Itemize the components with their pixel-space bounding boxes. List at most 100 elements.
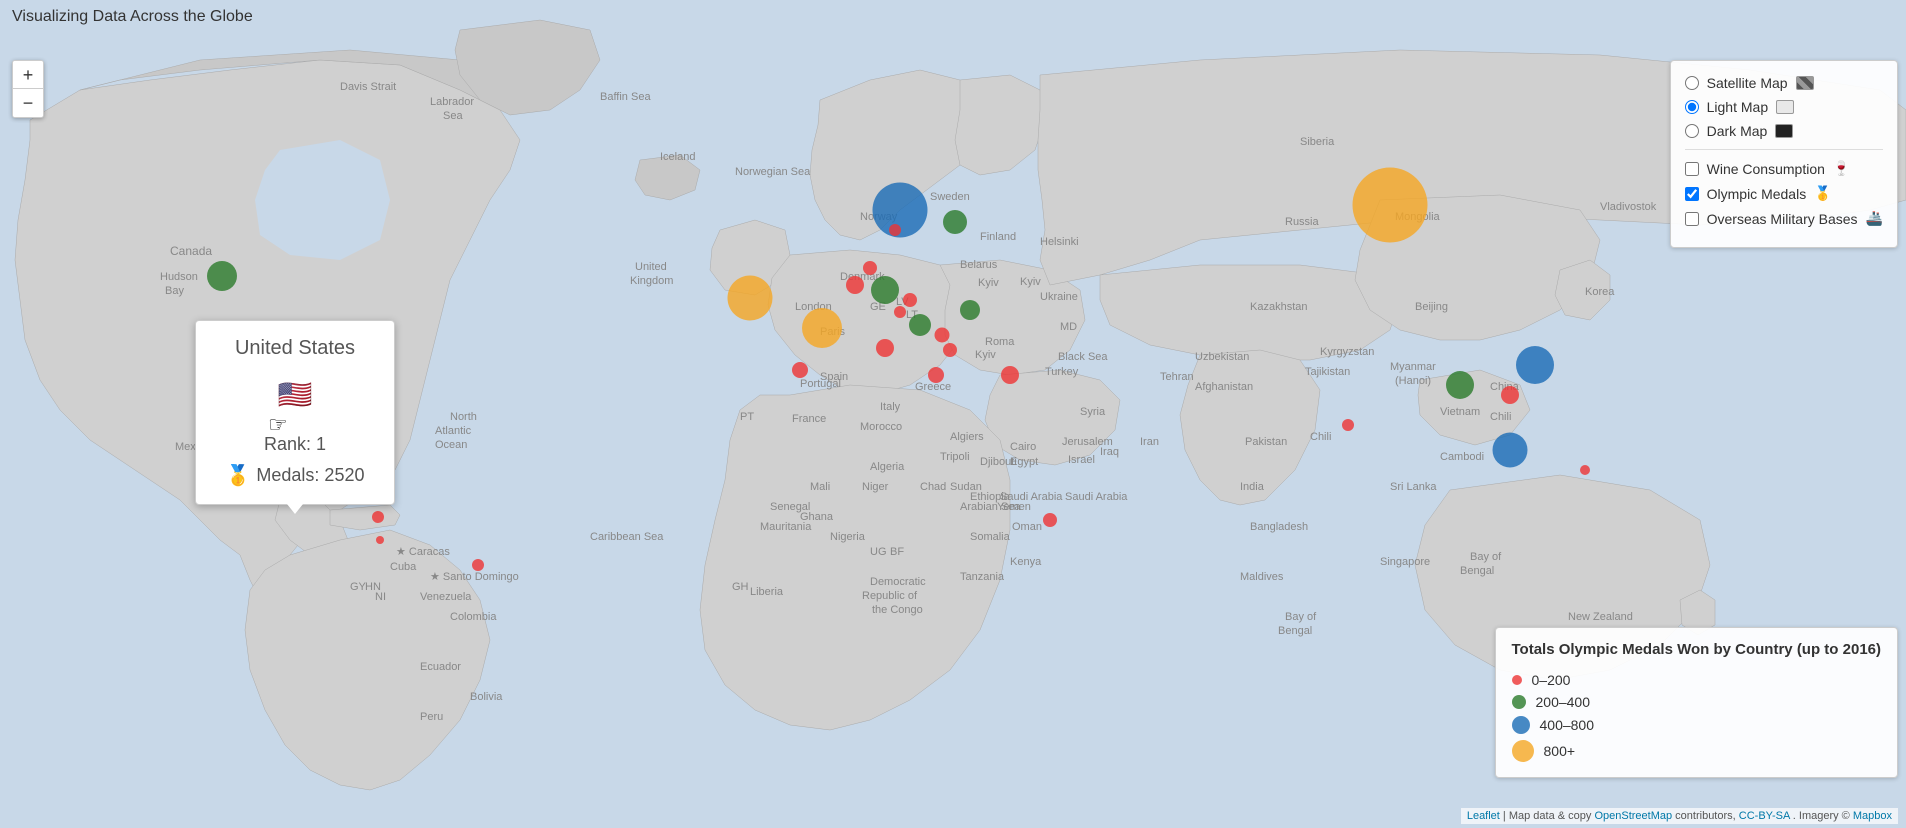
svg-text:Chad: Chad — [920, 481, 946, 493]
bubble-brazil[interactable] — [472, 559, 484, 571]
legend-title: Totals Olympic Medals Won by Country (up… — [1512, 640, 1882, 660]
svg-text:Myanmar: Myanmar — [1390, 361, 1436, 373]
layer-item-wine[interactable]: Wine Consumption 🍷 — [1685, 156, 1883, 181]
bubble-greece[interactable] — [928, 367, 944, 383]
radio-light[interactable] — [1685, 100, 1699, 114]
svg-text:Bolivia: Bolivia — [470, 691, 503, 703]
bubble-germany[interactable] — [871, 276, 899, 304]
layer-item-dark[interactable]: Dark Map — [1685, 119, 1883, 143]
svg-text:Morocco: Morocco — [860, 421, 902, 433]
legend-circle — [1512, 740, 1534, 762]
bubble-russia[interactable] — [1353, 168, 1428, 243]
bubble-finland[interactable] — [943, 210, 967, 234]
bubble-czech[interactable] — [894, 306, 906, 318]
svg-text:Atlantic: Atlantic — [435, 425, 472, 437]
legend-panel: Totals Olympic Medals Won by Country (up… — [1495, 627, 1899, 779]
medal-icon: 🥇 — [226, 463, 251, 488]
svg-text:NI: NI — [375, 591, 386, 603]
legend-range-label: 200–400 — [1536, 694, 1591, 710]
bubble-australia[interactable] — [1493, 433, 1528, 468]
osm-link[interactable]: OpenStreetMap — [1594, 810, 1672, 822]
checkbox-military[interactable] — [1685, 212, 1699, 226]
leaflet-link[interactable]: Leaflet — [1467, 810, 1500, 822]
svg-text:Cambodi: Cambodi — [1440, 451, 1484, 463]
bubble-denmark[interactable] — [863, 261, 877, 275]
bubble-netherlands[interactable] — [846, 276, 864, 294]
bubble-chile[interactable] — [1342, 419, 1354, 431]
legend-item: 200–400 — [1512, 691, 1882, 713]
radio-dark[interactable] — [1685, 124, 1699, 138]
checkbox-medals[interactable] — [1685, 187, 1699, 201]
svg-text:Baffin Sea: Baffin Sea — [600, 91, 651, 103]
bubble-south_korea[interactable] — [1501, 386, 1519, 404]
svg-text:Venezuela: Venezuela — [420, 591, 472, 603]
svg-text:UG: UG — [870, 546, 887, 558]
overlay-section: Wine Consumption 🍷 Olympic Medals 🥇 Over… — [1685, 156, 1883, 231]
country-popup: United States 🇺🇸 Rank: 1 🥇 Medals: 2520 — [195, 320, 395, 505]
svg-text:Belarus: Belarus — [960, 259, 998, 271]
svg-text:Afghanistan: Afghanistan — [1195, 381, 1253, 393]
popup-medals-text: Medals: 2520 — [256, 465, 364, 486]
bubble-sweden_dot[interactable] — [889, 224, 901, 236]
svg-text:PT: PT — [740, 411, 754, 423]
wine-icon: 🍷 — [1833, 160, 1850, 177]
bubble-ukraine[interactable] — [960, 300, 980, 320]
svg-text:Sudan: Sudan — [950, 481, 982, 493]
bubble-spain[interactable] — [792, 362, 808, 378]
svg-text:Portugal: Portugal — [800, 378, 841, 390]
svg-text:Beijing: Beijing — [1415, 301, 1448, 313]
bubble-china[interactable] — [1446, 371, 1474, 399]
light-swatch — [1776, 100, 1794, 114]
svg-text:Ecuador: Ecuador — [420, 661, 461, 673]
svg-text:Vietnam: Vietnam — [1440, 406, 1480, 418]
zoom-controls[interactable]: + − — [12, 60, 44, 118]
svg-text:Siberia: Siberia — [1300, 136, 1335, 148]
layer-item-military[interactable]: Overseas Military Bases 🚢 — [1685, 206, 1883, 231]
zoom-in-button[interactable]: + — [13, 61, 43, 89]
layer-control-panel[interactable]: Satellite Map Light Map Dark Map Wine Co… — [1670, 60, 1898, 248]
bubble-hungary[interactable] — [909, 314, 931, 336]
layer-item-light[interactable]: Light Map — [1685, 95, 1883, 119]
bubble-italy[interactable] — [876, 339, 894, 357]
svg-text:the Congo: the Congo — [872, 604, 923, 616]
svg-text:Greece: Greece — [915, 381, 951, 393]
svg-text:Bengal: Bengal — [1278, 625, 1312, 637]
bubble-bulgaria[interactable] — [943, 343, 957, 357]
svg-text:Algeria: Algeria — [870, 461, 905, 473]
svg-text:GH: GH — [732, 581, 749, 593]
svg-text:Tanzania: Tanzania — [960, 571, 1005, 583]
checkbox-wine[interactable] — [1685, 162, 1699, 176]
bubble-turkey[interactable] — [1001, 366, 1019, 384]
layer-label-satellite: Satellite Map — [1707, 75, 1788, 91]
mapbox-link[interactable]: Mapbox — [1853, 810, 1892, 822]
bubble-poland[interactable] — [903, 293, 917, 307]
svg-text:Bangladesh: Bangladesh — [1250, 521, 1308, 533]
layer-item-medals[interactable]: Olympic Medals 🥇 — [1685, 181, 1883, 206]
svg-text:Bay: Bay — [165, 285, 184, 297]
svg-text:Saudi Arabia: Saudi Arabia — [1065, 491, 1128, 503]
bubble-new_zealand[interactable] — [1580, 465, 1590, 475]
svg-text:Cuba: Cuba — [390, 561, 417, 573]
svg-text:Korea: Korea — [1585, 286, 1615, 298]
svg-text:Kyiv: Kyiv — [1020, 276, 1041, 288]
bubble-canada[interactable] — [207, 261, 237, 291]
layer-label-wine: Wine Consumption — [1707, 161, 1825, 177]
svg-text:Caribbean Sea: Caribbean Sea — [590, 531, 664, 543]
map-container[interactable]: Hudson Bay North Atlantic Ocean Iceland … — [0, 0, 1906, 828]
zoom-out-button[interactable]: − — [13, 89, 43, 117]
bubble-kenya[interactable] — [1043, 513, 1057, 527]
cc-link[interactable]: CC-BY-SA — [1739, 810, 1790, 822]
layer-item-satellite[interactable]: Satellite Map — [1685, 71, 1883, 95]
bubble-cuba[interactable] — [372, 511, 384, 523]
bubble-france[interactable] — [802, 308, 842, 348]
layer-label-military: Overseas Military Bases — [1707, 211, 1858, 227]
popup-country-name: United States — [216, 337, 374, 360]
bubble-romania[interactable] — [935, 328, 950, 343]
bubble-uk[interactable] — [728, 276, 773, 321]
radio-satellite[interactable] — [1685, 76, 1699, 90]
bubble-japan[interactable] — [1516, 346, 1554, 384]
svg-text:MD: MD — [1060, 321, 1077, 333]
bubble-cuba2[interactable] — [376, 536, 384, 544]
svg-text:Singapore: Singapore — [1380, 556, 1430, 568]
svg-text:Tehran: Tehran — [1160, 371, 1194, 383]
